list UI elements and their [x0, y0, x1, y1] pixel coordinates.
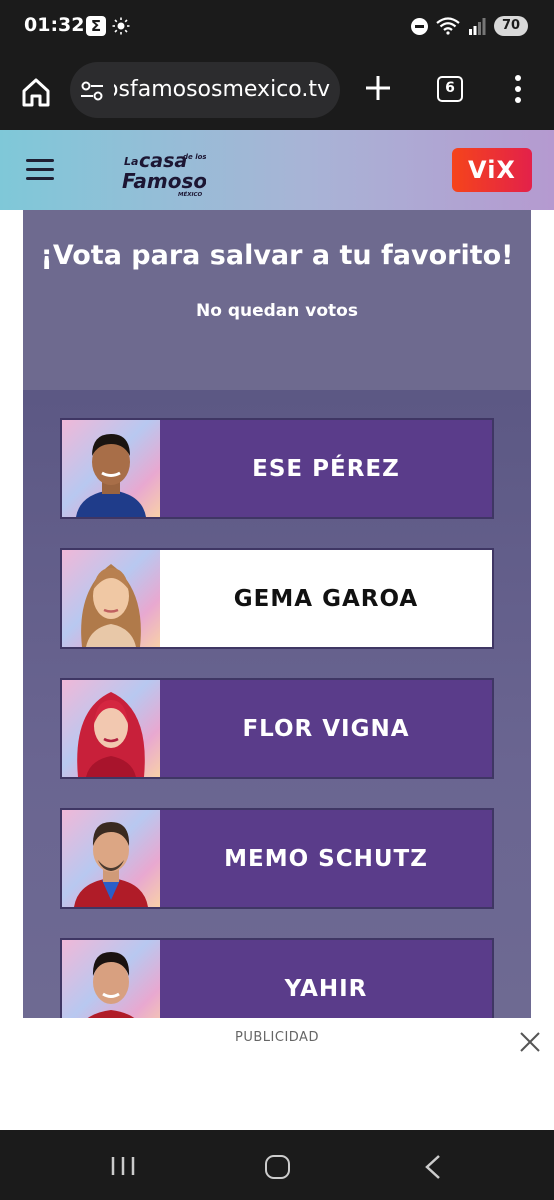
- svg-text:La: La: [124, 155, 138, 168]
- address-bar[interactable]: lacasadelosfamososmexico.tv: [70, 62, 340, 118]
- signal-icon: [469, 18, 486, 35]
- hamburger-menu-icon[interactable]: [26, 159, 54, 181]
- battery-indicator: 70: [494, 16, 528, 36]
- candidate-photo: [62, 420, 160, 517]
- candidate-photo: [62, 940, 160, 1018]
- candidate-name: GEMA GAROA: [233, 585, 419, 612]
- candidate-card-ese-perez[interactable]: ESE PÉREZ: [60, 418, 494, 519]
- status-time: 01:32: [24, 14, 85, 36]
- candidate-list: ESE PÉREZ GEMA GAROA FLOR VIGNA MEMO SCH…: [23, 390, 531, 1018]
- candidate-name: ESE PÉREZ: [252, 455, 400, 482]
- tab-switcher-button[interactable]: 6: [437, 76, 463, 102]
- svg-text:Famosos: Famosos: [122, 169, 206, 193]
- new-tab-icon[interactable]: [362, 72, 394, 104]
- ad-label: PUBLICIDAD: [235, 1030, 319, 1045]
- vote-panel: ¡Vota para salvar a tu favorito! No qued…: [23, 210, 531, 1018]
- candidate-name: YAHIR: [284, 975, 368, 1002]
- url-text: lacasadelosfamososmexico.tv: [114, 77, 330, 102]
- wifi-icon: [436, 17, 460, 35]
- vote-header: ¡Vota para salvar a tu favorito! No qued…: [23, 210, 531, 390]
- candidate-photo: [62, 550, 160, 647]
- sigma-app-icon: Σ: [86, 16, 106, 36]
- do-not-disturb-icon: [411, 17, 428, 35]
- browser-toolbar: lacasadelosfamososmexico.tv 6: [0, 56, 554, 130]
- vote-title: ¡Vota para salvar a tu favorito!: [40, 240, 514, 271]
- candidate-photo: [62, 810, 160, 907]
- svg-text:de los: de los: [183, 153, 206, 161]
- la-casa-de-los-famosos-logo[interactable]: La casa de los Famosos MÉXICO: [122, 148, 206, 198]
- candidate-photo: [62, 680, 160, 777]
- close-icon[interactable]: [518, 1030, 542, 1054]
- candidate-name: FLOR VIGNA: [242, 715, 410, 742]
- votes-remaining-text: No quedan votos: [196, 301, 358, 321]
- brightness-icon: [112, 17, 130, 35]
- candidate-card-flor-vigna[interactable]: FLOR VIGNA: [60, 678, 494, 779]
- home-icon[interactable]: [18, 74, 54, 110]
- back-icon[interactable]: [424, 1154, 442, 1180]
- home-nav-icon[interactable]: [265, 1155, 290, 1179]
- system-navigation-bar: [0, 1130, 554, 1200]
- candidate-card-gema-garoa[interactable]: GEMA GAROA: [60, 548, 494, 649]
- main-content: ¡Vota para salvar a tu favorito! No qued…: [0, 210, 554, 1018]
- svg-text:MÉXICO: MÉXICO: [178, 190, 203, 198]
- site-settings-icon[interactable]: [80, 80, 104, 102]
- candidate-card-yahir[interactable]: YAHIR: [60, 938, 494, 1018]
- status-bar: 01:32 Σ 70: [0, 0, 554, 56]
- recent-apps-icon[interactable]: [110, 1156, 136, 1176]
- candidate-name: MEMO SCHUTZ: [224, 845, 428, 872]
- vix-logo[interactable]: ViX: [452, 148, 532, 192]
- site-header: La casa de los Famosos MÉXICO ViX: [0, 130, 554, 210]
- candidate-card-memo-schutz[interactable]: MEMO SCHUTZ: [60, 808, 494, 909]
- more-options-icon[interactable]: [512, 74, 524, 104]
- advertisement-banner: PUBLICIDAD: [0, 1018, 554, 1130]
